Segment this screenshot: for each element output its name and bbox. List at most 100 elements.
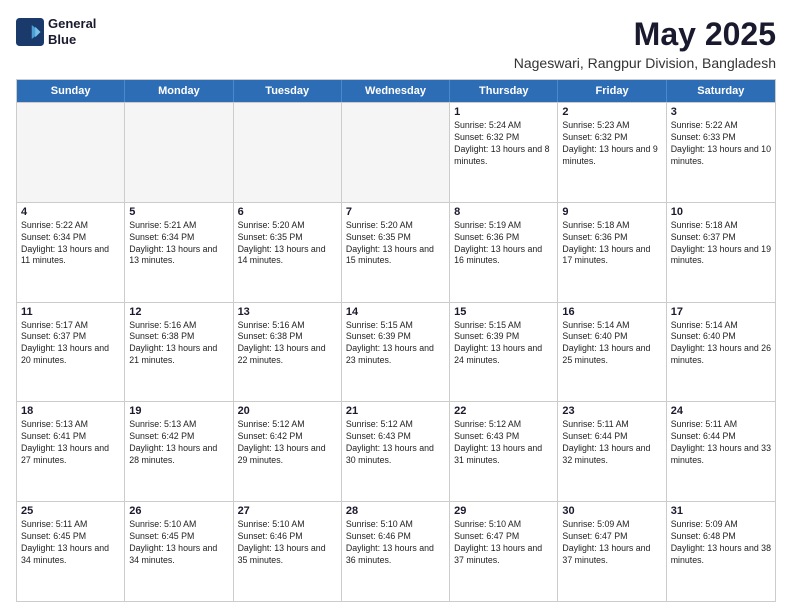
day-number: 31 xyxy=(671,505,771,517)
logo-text: General Blue xyxy=(48,16,96,47)
calendar-cell: 30 Sunrise: 5:09 AMSunset: 6:47 PMDayligh… xyxy=(558,502,666,601)
cell-info: Sunrise: 5:14 AMSunset: 6:40 PMDaylight:… xyxy=(562,320,661,368)
calendar-cell xyxy=(125,103,233,202)
day-number: 25 xyxy=(21,505,120,517)
calendar-header-row: SundayMondayTuesdayWednesdayThursdayFrid… xyxy=(17,80,775,102)
calendar-body: 1Sunrise: 5:24 AMSunset: 6:32 PMDaylight… xyxy=(17,102,775,601)
cell-info: Sunrise: 5:11 AMSunset: 6:44 PMDaylight:… xyxy=(562,419,661,467)
calendar-cell: 9 Sunrise: 5:18 AMSunset: 6:36 PMDaylight… xyxy=(558,203,666,302)
calendar: SundayMondayTuesdayWednesdayThursdayFrid… xyxy=(16,79,776,602)
calendar-cell: 8Sunrise: 5:19 AMSunset: 6:36 PMDaylight… xyxy=(450,203,558,302)
day-number: 23 xyxy=(562,405,661,417)
day-number: 10 xyxy=(671,206,771,218)
cell-info: Sunrise: 5:23 AMSunset: 6:32 PMDaylight:… xyxy=(562,120,661,168)
calendar-cell: 1Sunrise: 5:24 AMSunset: 6:32 PMDaylight… xyxy=(450,103,558,202)
cell-info: Sunrise: 5:15 AMSunset: 6:39 PMDaylight:… xyxy=(454,320,553,368)
calendar-cell: 20 Sunrise: 5:12 AMSunset: 6:42 PMDayligh… xyxy=(234,402,342,501)
cal-header-cell: Sunday xyxy=(17,80,125,102)
cell-info: Sunrise: 5:18 AMSunset: 6:37 PMDaylight:… xyxy=(671,220,771,268)
day-number: 2 xyxy=(562,106,661,118)
cell-info: Sunrise: 5:22 AMSunset: 6:34 PMDaylight:… xyxy=(21,220,120,268)
calendar-week-row: 25 Sunrise: 5:11 AMSunset: 6:45 PMDayligh… xyxy=(17,501,775,601)
day-number: 7 xyxy=(346,206,445,218)
cell-info: Sunrise: 5:09 AMSunset: 6:48 PMDaylight:… xyxy=(671,519,771,567)
calendar-cell: 31 Sunrise: 5:09 AMSunset: 6:48 PMDayligh… xyxy=(667,502,775,601)
calendar-cell: 22Sunrise: 5:12 AMSunset: 6:43 PMDayligh… xyxy=(450,402,558,501)
title-block: May 2025 Nageswari, Rangpur Division, Ba… xyxy=(514,16,776,71)
cell-info: Sunrise: 5:13 AMSunset: 6:42 PMDaylight:… xyxy=(129,419,228,467)
day-number: 11 xyxy=(21,306,120,318)
cell-info: Sunrise: 5:16 AMSunset: 6:38 PMDaylight:… xyxy=(238,320,337,368)
calendar-subtitle: Nageswari, Rangpur Division, Bangladesh xyxy=(514,55,776,71)
cell-info: Sunrise: 5:18 AMSunset: 6:36 PMDaylight:… xyxy=(562,220,661,268)
cell-info: Sunrise: 5:20 AMSunset: 6:35 PMDaylight:… xyxy=(238,220,337,268)
cell-info: Sunrise: 5:10 AMSunset: 6:46 PMDaylight:… xyxy=(238,519,337,567)
calendar-cell: 18Sunrise: 5:13 AMSunset: 6:41 PMDayligh… xyxy=(17,402,125,501)
day-number: 9 xyxy=(562,206,661,218)
day-number: 26 xyxy=(129,505,228,517)
cal-header-cell: Thursday xyxy=(450,80,558,102)
day-number: 12 xyxy=(129,306,228,318)
cell-info: Sunrise: 5:20 AMSunset: 6:35 PMDaylight:… xyxy=(346,220,445,268)
logo-line2: Blue xyxy=(48,32,96,48)
calendar-cell: 28 Sunrise: 5:10 AMSunset: 6:46 PMDayligh… xyxy=(342,502,450,601)
day-number: 19 xyxy=(129,405,228,417)
day-number: 18 xyxy=(21,405,120,417)
cell-info: Sunrise: 5:14 AMSunset: 6:40 PMDaylight:… xyxy=(671,320,771,368)
calendar-cell: 16 Sunrise: 5:14 AMSunset: 6:40 PMDayligh… xyxy=(558,303,666,402)
calendar-cell: 6Sunrise: 5:20 AMSunset: 6:35 PMDaylight… xyxy=(234,203,342,302)
day-number: 3 xyxy=(671,106,771,118)
cell-info: Sunrise: 5:17 AMSunset: 6:37 PMDaylight:… xyxy=(21,320,120,368)
day-number: 16 xyxy=(562,306,661,318)
calendar-cell: 26 Sunrise: 5:10 AMSunset: 6:45 PMDayligh… xyxy=(125,502,233,601)
day-number: 14 xyxy=(346,306,445,318)
cal-header-cell: Monday xyxy=(125,80,233,102)
day-number: 27 xyxy=(238,505,337,517)
calendar-cell: 19 Sunrise: 5:13 AMSunset: 6:42 PMDayligh… xyxy=(125,402,233,501)
day-number: 4 xyxy=(21,206,120,218)
calendar-cell: 29Sunrise: 5:10 AMSunset: 6:47 PMDayligh… xyxy=(450,502,558,601)
cell-info: Sunrise: 5:10 AMSunset: 6:45 PMDaylight:… xyxy=(129,519,228,567)
day-number: 15 xyxy=(454,306,553,318)
calendar-cell: 27 Sunrise: 5:10 AMSunset: 6:46 PMDayligh… xyxy=(234,502,342,601)
day-number: 8 xyxy=(454,206,553,218)
calendar-cell: 15 Sunrise: 5:15 AMSunset: 6:39 PMDayligh… xyxy=(450,303,558,402)
day-number: 22 xyxy=(454,405,553,417)
cal-header-cell: Saturday xyxy=(667,80,775,102)
cal-header-cell: Friday xyxy=(558,80,666,102)
cell-info: Sunrise: 5:11 AMSunset: 6:45 PMDaylight:… xyxy=(21,519,120,567)
cell-info: Sunrise: 5:21 AMSunset: 6:34 PMDaylight:… xyxy=(129,220,228,268)
calendar-cell: 24Sunrise: 5:11 AMSunset: 6:44 PMDayligh… xyxy=(667,402,775,501)
calendar-cell: 4 Sunrise: 5:22 AMSunset: 6:34 PMDaylight… xyxy=(17,203,125,302)
calendar-cell: 12Sunrise: 5:16 AMSunset: 6:38 PMDayligh… xyxy=(125,303,233,402)
header: General Blue May 2025 Nageswari, Rangpur… xyxy=(16,16,776,71)
day-number: 1 xyxy=(454,106,553,118)
day-number: 17 xyxy=(671,306,771,318)
calendar-cell xyxy=(234,103,342,202)
calendar-cell xyxy=(17,103,125,202)
day-number: 30 xyxy=(562,505,661,517)
logo-icon xyxy=(16,18,44,46)
cell-info: Sunrise: 5:09 AMSunset: 6:47 PMDaylight:… xyxy=(562,519,661,567)
calendar-cell: 3 Sunrise: 5:22 AMSunset: 6:33 PMDaylight… xyxy=(667,103,775,202)
calendar-cell: 13 Sunrise: 5:16 AMSunset: 6:38 PMDayligh… xyxy=(234,303,342,402)
calendar-cell: 5 Sunrise: 5:21 AMSunset: 6:34 PMDaylight… xyxy=(125,203,233,302)
calendar-cell: 7 Sunrise: 5:20 AMSunset: 6:35 PMDaylight… xyxy=(342,203,450,302)
calendar-week-row: 1Sunrise: 5:24 AMSunset: 6:32 PMDaylight… xyxy=(17,102,775,202)
cell-info: Sunrise: 5:10 AMSunset: 6:47 PMDaylight:… xyxy=(454,519,553,567)
page: General Blue May 2025 Nageswari, Rangpur… xyxy=(0,0,792,612)
cell-info: Sunrise: 5:12 AMSunset: 6:43 PMDaylight:… xyxy=(346,419,445,467)
cell-info: Sunrise: 5:12 AMSunset: 6:42 PMDaylight:… xyxy=(238,419,337,467)
calendar-week-row: 4 Sunrise: 5:22 AMSunset: 6:34 PMDaylight… xyxy=(17,202,775,302)
cell-info: Sunrise: 5:22 AMSunset: 6:33 PMDaylight:… xyxy=(671,120,771,168)
day-number: 20 xyxy=(238,405,337,417)
day-number: 13 xyxy=(238,306,337,318)
calendar-cell: 10 Sunrise: 5:18 AMSunset: 6:37 PMDayligh… xyxy=(667,203,775,302)
calendar-cell: 25 Sunrise: 5:11 AMSunset: 6:45 PMDayligh… xyxy=(17,502,125,601)
day-number: 5 xyxy=(129,206,228,218)
cell-info: Sunrise: 5:11 AMSunset: 6:44 PMDaylight:… xyxy=(671,419,771,467)
cell-info: Sunrise: 5:15 AMSunset: 6:39 PMDaylight:… xyxy=(346,320,445,368)
day-number: 28 xyxy=(346,505,445,517)
cell-info: Sunrise: 5:10 AMSunset: 6:46 PMDaylight:… xyxy=(346,519,445,567)
cal-header-cell: Tuesday xyxy=(234,80,342,102)
